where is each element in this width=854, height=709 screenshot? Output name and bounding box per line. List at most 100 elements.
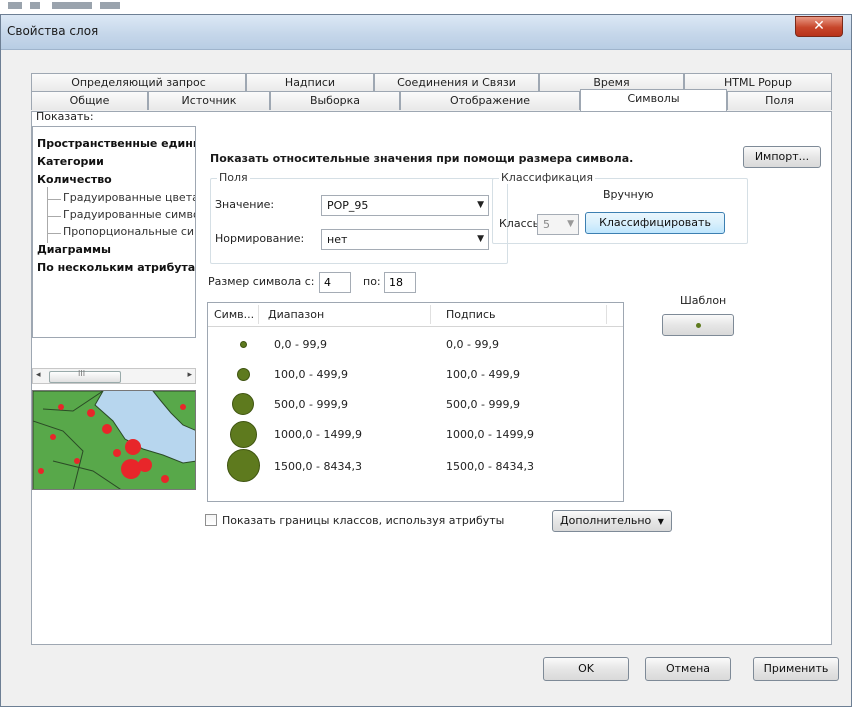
layer-properties-dialog: Свойства слоя ✕ Определяющий запрос Надп… (0, 14, 852, 707)
table-row[interactable]: 0,0 - 99,9 0,0 - 99,9 (208, 330, 623, 360)
classification-group: Классификация Вручную Классы: 5 ▼ Класси… (492, 171, 748, 244)
show-class-ranges-label: Показать границы классов, используя атри… (222, 514, 505, 527)
tree-connector (47, 199, 61, 200)
scroll-right-icon[interactable]: ▸ (187, 370, 192, 380)
tree-horizontal-scrollbar[interactable]: ◂ III ▸ (32, 368, 196, 384)
label-cell: 100,0 - 499,9 (446, 368, 520, 381)
class-symbol-dot (240, 341, 247, 348)
tab-definition-query[interactable]: Определяющий запрос (31, 73, 246, 92)
show-class-ranges-checkbox[interactable] (205, 514, 217, 526)
value-label: Значение: (215, 198, 275, 211)
show-label: Показать: (36, 110, 94, 123)
classification-method: Вручную (603, 188, 654, 201)
scroll-left-icon[interactable]: ◂ (36, 370, 41, 380)
template-symbol-button[interactable] (662, 314, 734, 336)
symbol-list-header: Симв... Диапазон Подпись (208, 303, 623, 327)
preview-map-image (33, 391, 195, 489)
class-symbol-dot (232, 393, 254, 415)
column-separator (258, 305, 259, 324)
tab-general[interactable]: Общие (31, 91, 148, 110)
window-title: Свойства слоя (7, 24, 99, 38)
normalization-dropdown[interactable]: нет ▼ (321, 229, 489, 250)
fields-group-title: Поля (217, 171, 250, 184)
ok-button[interactable]: OK (543, 657, 629, 681)
tree-item-graduated-symbols[interactable]: Градуированные символы (63, 208, 195, 221)
toolbar-fragment (52, 2, 92, 9)
label-cell: 0,0 - 99,9 (446, 338, 499, 351)
tab-joins-relates[interactable]: Соединения и Связи (374, 73, 539, 92)
range-cell: 1000,0 - 1499,9 (274, 428, 362, 441)
scroll-grip: III (78, 369, 86, 378)
class-symbol-dot (227, 449, 260, 482)
class-symbol-list[interactable]: Симв... Диапазон Подпись 0,0 - 99,9 0,0 … (207, 302, 624, 502)
symbology-heading: Показать относительные значения при помо… (210, 152, 634, 165)
tab-source[interactable]: Источник (148, 91, 270, 110)
fields-group: Поля Значение: POP_95 ▼ Нормирование: не… (210, 171, 508, 264)
toolbar-fragment (30, 2, 40, 9)
normalization-selected: нет (327, 233, 348, 246)
tab-fields[interactable]: Поля (727, 91, 832, 110)
title-bar: Свойства слоя ✕ (1, 15, 851, 50)
tree-item-charts[interactable]: Диаграммы (37, 243, 111, 256)
table-row[interactable]: 100,0 - 499,9 100,0 - 499,9 (208, 360, 623, 390)
value-field-dropdown[interactable]: POP_95 ▼ (321, 195, 489, 216)
classes-dropdown[interactable]: 5 ▼ (537, 214, 579, 235)
advanced-button-label: Дополнительно (560, 514, 652, 527)
label-cell: 500,0 - 999,9 (446, 398, 520, 411)
tree-item-proportional-symbols[interactable]: Пропорциональные символы (63, 225, 195, 238)
symbol-size-from-label: Размер символа с: (208, 275, 315, 288)
toolbar-fragment (100, 2, 120, 9)
scroll-thumb[interactable]: III (49, 369, 121, 383)
normalization-label: Нормирование: (215, 232, 305, 245)
classification-group-title: Классификация (499, 171, 596, 184)
range-cell: 500,0 - 999,9 (274, 398, 348, 411)
tree-connector (47, 233, 61, 234)
table-row[interactable]: 1000,0 - 1499,9 1000,0 - 1499,9 (208, 420, 623, 450)
column-header-range[interactable]: Диапазон (268, 308, 324, 321)
cancel-button[interactable]: Отмена (645, 657, 731, 681)
tab-display[interactable]: Отображение (400, 91, 580, 110)
tree-item-features[interactable]: Пространственные единицы (37, 137, 195, 150)
tree-item-categories[interactable]: Категории (37, 155, 104, 168)
range-cell: 0,0 - 99,9 (274, 338, 327, 351)
value-field-selected: POP_95 (327, 199, 369, 212)
tree-connector (47, 187, 48, 243)
import-button[interactable]: Импорт... (743, 146, 821, 168)
label-cell: 1000,0 - 1499,9 (446, 428, 534, 441)
apply-button[interactable]: Применить (753, 657, 839, 681)
chevron-down-icon: ▼ (477, 200, 484, 210)
column-header-symbol[interactable]: Симв... (214, 308, 254, 321)
label-cell: 1500,0 - 8434,3 (446, 460, 534, 473)
tab-labels[interactable]: Надписи (246, 73, 374, 92)
range-cell: 100,0 - 499,9 (274, 368, 348, 381)
template-label: Шаблон (680, 294, 727, 307)
template-symbol-dot (695, 322, 701, 328)
classes-selected: 5 (543, 218, 550, 231)
tree-item-graduated-colors[interactable]: Градуированные цвета (63, 191, 195, 204)
table-row[interactable]: 500,0 - 999,9 500,0 - 999,9 (208, 390, 623, 420)
class-symbol-dot (237, 368, 250, 381)
chevron-down-icon: ▼ (567, 219, 574, 229)
tab-selection[interactable]: Выборка (270, 91, 400, 110)
symbol-size-to-label: по: (363, 275, 381, 288)
symbol-size-from-input[interactable]: 4 (319, 272, 351, 293)
symbology-preview-map (32, 390, 196, 490)
symbol-size-to-input[interactable]: 18 (384, 272, 416, 293)
column-header-label[interactable]: Подпись (446, 308, 495, 321)
tree-item-multiple-attributes[interactable]: По нескольким атрибутам (37, 261, 195, 274)
show-tree[interactable]: Пространственные единицы Категории Колич… (32, 126, 196, 338)
column-separator (606, 305, 607, 324)
chevron-down-icon: ▼ (657, 517, 664, 526)
symbology-panel: Показать: Пространственные единицы Катег… (31, 110, 832, 645)
background-document-strip (0, 0, 854, 14)
class-symbol-dot (230, 421, 257, 448)
advanced-button[interactable]: Дополнительно ▼ (552, 510, 672, 532)
close-icon: ✕ (813, 18, 825, 34)
range-cell: 1500,0 - 8434,3 (274, 460, 362, 473)
table-row[interactable]: 1500,0 - 8434,3 1500,0 - 8434,3 (208, 449, 623, 482)
close-button[interactable]: ✕ (795, 16, 843, 37)
toolbar-fragment (8, 2, 22, 9)
tree-item-quantities[interactable]: Количество (37, 173, 112, 186)
tab-symbology[interactable]: Символы (580, 89, 727, 111)
classify-button[interactable]: Классифицировать (585, 212, 725, 234)
